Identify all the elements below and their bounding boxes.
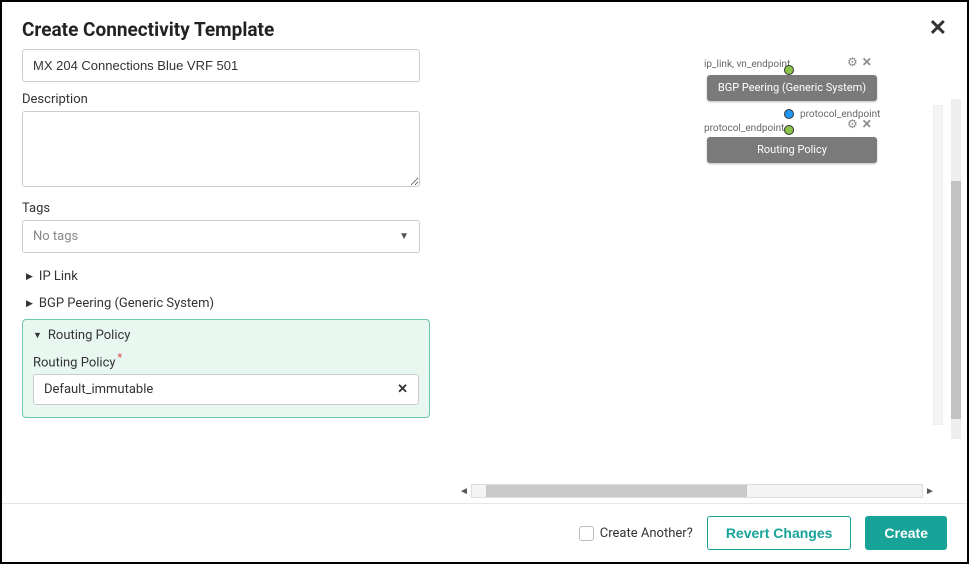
form-pane: Description Tags No tags ▼ ▶ IP Link ▶ B… — [2, 49, 442, 503]
routing-policy-token: Default_immutable — [44, 382, 153, 397]
modal-body: Description Tags No tags ▼ ▶ IP Link ▶ B… — [2, 49, 967, 503]
tags-select[interactable]: No tags ▼ — [22, 220, 420, 253]
create-another-label: Create Another? — [600, 526, 693, 541]
gear-icon[interactable] — [847, 117, 858, 131]
checkbox-icon[interactable] — [579, 526, 594, 541]
label-ip-link-vn-endpoint: ip_link, vn_endpoint — [704, 59, 790, 70]
node-bgp-peering[interactable]: BGP Peering (Generic System) — [707, 75, 877, 101]
tags-placeholder: No tags — [33, 229, 78, 244]
caret-right-icon: ▶ — [26, 299, 33, 309]
description-textarea[interactable] — [22, 111, 420, 187]
create-another-checkbox[interactable]: Create Another? — [579, 526, 693, 541]
delete-node-icon[interactable]: ✕ — [862, 117, 872, 131]
diagram-vertical-scrollbar[interactable] — [933, 105, 943, 425]
node-bgp-actions: ✕ — [847, 55, 872, 69]
endpoint-dot-green[interactable] — [784, 65, 794, 75]
scroll-right-arrow[interactable]: ► — [923, 486, 937, 497]
caret-down-icon: ▼ — [33, 330, 42, 341]
scrollbar-thumb[interactable] — [951, 181, 961, 419]
scrollbar-thumb[interactable] — [486, 485, 747, 497]
modal-vertical-scrollbar[interactable] — [951, 99, 961, 439]
close-icon[interactable]: ✕ — [929, 18, 947, 40]
revert-changes-button[interactable]: Revert Changes — [707, 516, 852, 550]
gear-icon[interactable] — [847, 55, 858, 69]
accordion-routing-header-label: Routing Policy — [48, 328, 131, 343]
create-connectivity-template-modal: Create Connectivity Template ✕ Descripti… — [2, 2, 967, 562]
routing-policy-input[interactable]: Default_immutable ✕ — [33, 374, 419, 405]
modal-title: Create Connectivity Template — [22, 18, 274, 41]
delete-node-icon[interactable]: ✕ — [862, 55, 872, 69]
accordion-routing-policy-panel: ▼ Routing Policy Routing Policy* Default… — [22, 319, 430, 418]
diagram-horizontal-scrollbar[interactable]: ◄ ► — [457, 484, 937, 498]
title-input[interactable] — [22, 49, 420, 82]
diagram-pane: ip_link, vn_endpoint ✕ BGP Peering (Gene… — [442, 49, 967, 503]
scrollbar-track[interactable] — [471, 484, 923, 498]
modal-footer: Create Another? Revert Changes Create — [2, 503, 967, 562]
endpoint-dot-green-2[interactable] — [784, 125, 794, 135]
endpoint-dot-blue[interactable] — [784, 109, 794, 119]
accordion-bgp-label: BGP Peering (Generic System) — [39, 296, 214, 311]
primitives-accordion: ▶ IP Link ▶ BGP Peering (Generic System)… — [22, 263, 430, 418]
caret-right-icon: ▶ — [26, 272, 33, 282]
create-button[interactable]: Create — [865, 516, 947, 550]
description-label: Description — [22, 92, 430, 107]
routing-policy-field-label: Routing Policy* — [33, 351, 419, 370]
chevron-down-icon: ▼ — [399, 231, 409, 242]
diagram-canvas[interactable]: ip_link, vn_endpoint ✕ BGP Peering (Gene… — [442, 49, 967, 489]
clear-token-icon[interactable]: ✕ — [397, 382, 408, 397]
label-protocol-endpoint-left: protocol_endpoint — [704, 123, 784, 134]
accordion-ip-link-label: IP Link — [39, 269, 78, 284]
accordion-bgp-peering[interactable]: ▶ BGP Peering (Generic System) — [22, 290, 430, 317]
node-routing-policy[interactable]: Routing Policy — [707, 137, 877, 163]
modal-header: Create Connectivity Template ✕ — [2, 2, 967, 49]
tags-label: Tags — [22, 201, 430, 216]
scroll-left-arrow[interactable]: ◄ — [457, 486, 471, 497]
accordion-ip-link[interactable]: ▶ IP Link — [22, 263, 430, 290]
accordion-routing-policy-toggle[interactable]: ▼ Routing Policy — [33, 328, 419, 343]
node-routing-actions: ✕ — [847, 117, 872, 131]
